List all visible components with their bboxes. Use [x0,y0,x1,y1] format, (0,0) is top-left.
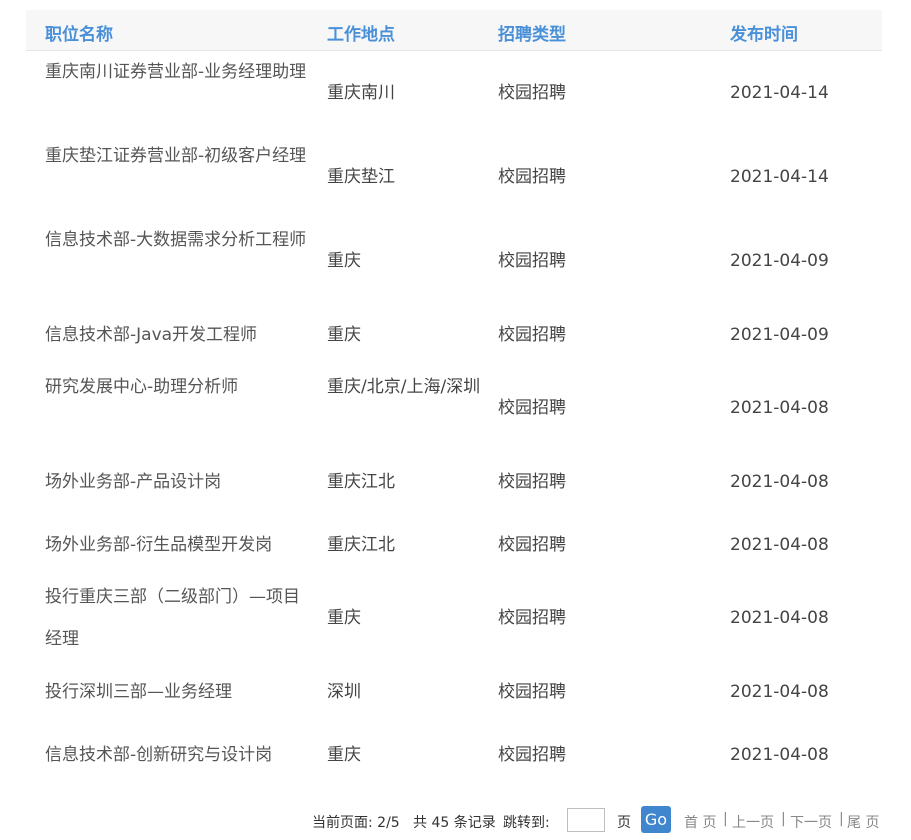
table-row[interactable]: 信息技术部-大数据需求分析工程师 重庆 校园招聘 2021-04-09 [26,219,882,303]
job-date: 2021-04-09 [730,324,829,345]
job-type: 校园招聘 [498,167,566,187]
job-location: 深圳 [327,681,361,702]
table-row[interactable]: 信息技术部-创新研究与设计岗 重庆 校园招聘 2021-04-08 [26,723,882,786]
job-type: 校园招聘 [498,398,566,418]
table-row[interactable]: 研究发展中心-助理分析师 重庆/北京/上海/深圳 校园招聘 2021-04-08 [26,366,882,450]
job-date: 2021-04-08 [730,608,829,628]
job-title-link[interactable]: 重庆南川证券营业部-业务经理助理 [45,51,307,93]
job-table: 职位名称 工作地点 招聘类型 发布时间 重庆南川证券营业部-业务经理助理 重庆南川… [26,10,882,786]
page-unit-label: 页 [617,815,631,831]
job-location: 重庆 [327,608,361,628]
job-title-link[interactable]: 信息技术部-Java开发工程师 [45,314,307,356]
table-body: 重庆南川证券营业部-业务经理助理 重庆南川 校园招聘 2021-04-14 重庆垫江证券… [26,51,882,786]
column-header-date[interactable]: 发布时间 [730,20,798,45]
job-location: 重庆/北京/上海/深圳 [327,377,481,397]
job-type: 校园招聘 [498,324,566,345]
pager-separator: | [839,811,844,827]
table-row[interactable]: 重庆垫江证券营业部-初级客户经理 重庆垫江 校园招聘 2021-04-14 [26,135,882,219]
job-title-link[interactable]: 投行重庆三部（二级部门）—项目经理 [45,576,307,660]
jump-page-input[interactable] [567,808,605,832]
job-type: 校园招聘 [498,534,566,555]
job-type: 校园招聘 [498,251,566,271]
job-title-link[interactable]: 信息技术部-创新研究与设计岗 [45,734,307,776]
job-location: 重庆 [327,251,361,271]
job-date: 2021-04-14 [730,167,829,187]
job-date: 2021-04-08 [730,398,829,418]
jump-to-label: 跳转到: [503,815,550,831]
job-date: 2021-04-14 [730,83,829,103]
table-row[interactable]: 信息技术部-Java开发工程师 重庆 校园招聘 2021-04-09 [26,303,882,366]
job-date: 2021-04-09 [730,251,829,271]
last-page-link[interactable]: 尾 页 [847,812,879,832]
table-header: 职位名称 工作地点 招聘类型 发布时间 [26,10,882,51]
table-row[interactable]: 投行重庆三部（二级部门）—项目经理 重庆 校园招聘 2021-04-08 [26,576,882,660]
table-row[interactable]: 重庆南川证券营业部-业务经理助理 重庆南川 校园招聘 2021-04-14 [26,51,882,135]
job-date: 2021-04-08 [730,744,829,765]
job-location: 重庆垫江 [327,167,395,187]
prev-page-link[interactable]: 上一页 [732,812,774,832]
job-type: 校园招聘 [498,83,566,103]
job-date: 2021-04-08 [730,534,829,555]
job-type: 校园招聘 [498,744,566,765]
job-type: 校园招聘 [498,608,566,628]
first-page-link[interactable]: 首 页 [684,812,716,832]
table-row[interactable]: 场外业务部-产品设计岗 重庆江北 校园招聘 2021-04-08 [26,450,882,513]
pager-separator: | [781,811,786,827]
job-title-link[interactable]: 重庆垫江证券营业部-初级客户经理 [45,135,307,177]
job-location: 重庆南川 [327,83,395,103]
job-date: 2021-04-08 [730,471,829,492]
column-header-title[interactable]: 职位名称 [45,20,113,45]
job-date: 2021-04-08 [730,681,829,702]
column-header-location[interactable]: 工作地点 [327,20,395,45]
job-type: 校园招聘 [498,681,566,702]
job-location: 重庆 [327,324,361,345]
job-title-link[interactable]: 场外业务部-产品设计岗 [45,461,307,503]
go-button[interactable]: Go [641,806,671,833]
current-page-label: 当前页面: 2/5 [312,815,400,831]
column-header-type[interactable]: 招聘类型 [498,20,566,45]
job-location: 重庆 [327,744,361,765]
total-records-label: 共 45 条记录 [413,815,496,831]
next-page-link[interactable]: 下一页 [790,812,832,832]
pager-separator: | [723,811,728,827]
job-location: 重庆江北 [327,471,395,492]
table-row[interactable]: 投行深圳三部—业务经理 深圳 校园招聘 2021-04-08 [26,660,882,723]
job-title-link[interactable]: 研究发展中心-助理分析师 [45,366,307,408]
pagination: 当前页面: 2/5 共 45 条记录 跳转到: 页 Go 首 页 | 上一页 |… [0,806,883,836]
job-location: 重庆江北 [327,534,395,555]
table-row[interactable]: 场外业务部-衍生品模型开发岗 重庆江北 校园招聘 2021-04-08 [26,513,882,576]
job-title-link[interactable]: 场外业务部-衍生品模型开发岗 [45,524,307,566]
job-type: 校园招聘 [498,471,566,492]
job-title-link[interactable]: 信息技术部-大数据需求分析工程师 [45,219,307,261]
job-title-link[interactable]: 投行深圳三部—业务经理 [45,671,307,713]
